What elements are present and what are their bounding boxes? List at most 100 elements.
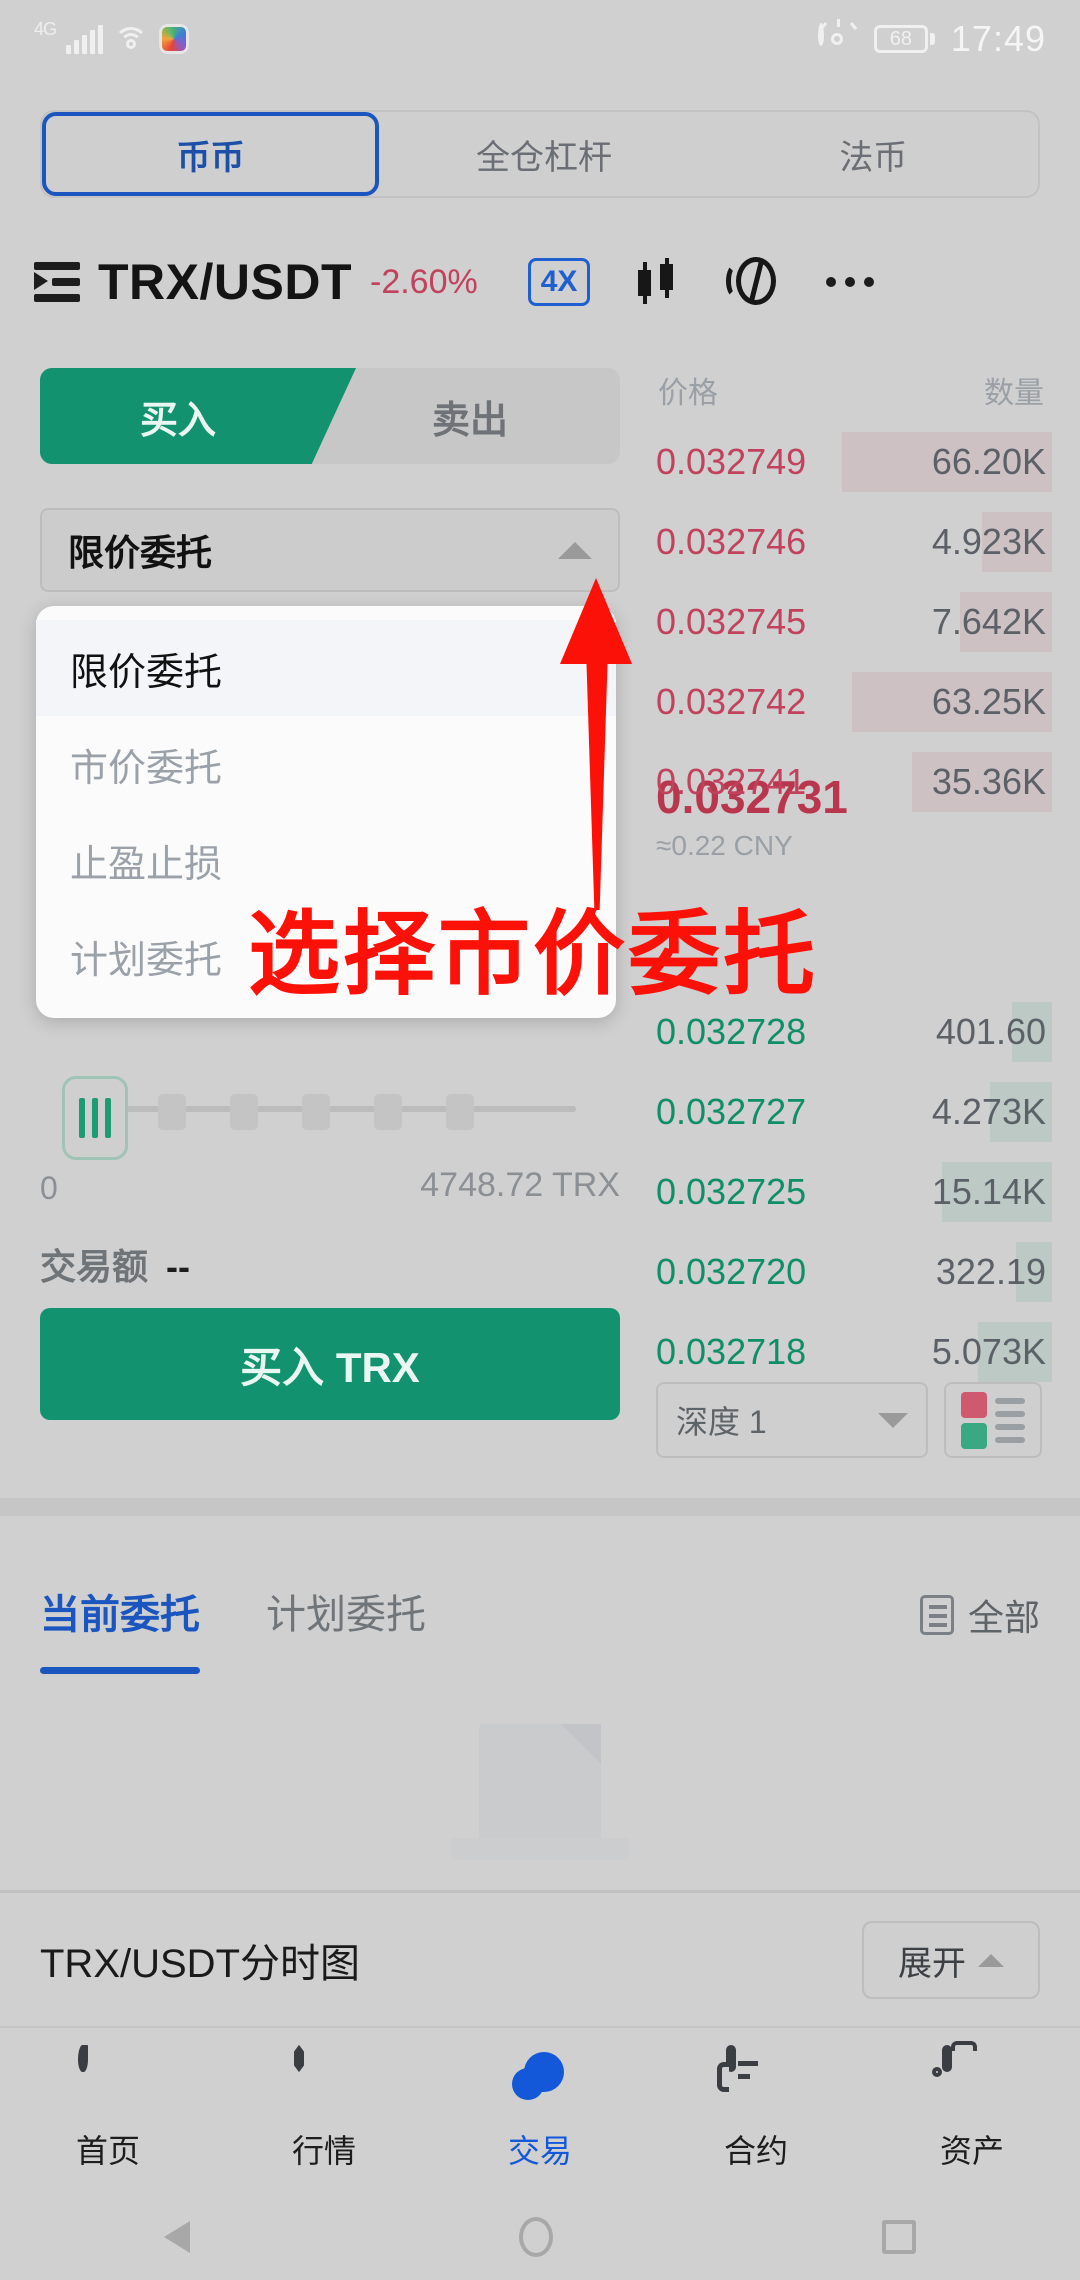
- slider-node-75[interactable]: [302, 1094, 330, 1130]
- bid-amount: 322.19: [935, 1251, 1046, 1292]
- ask-price: 0.032745: [656, 601, 807, 642]
- recents-icon[interactable]: [881, 2220, 916, 2254]
- nav-item-assets[interactable]: 资产: [864, 2028, 1080, 2194]
- tab-current-orders[interactable]: 当前委托: [40, 1582, 200, 1674]
- nav-label: 合约: [723, 2133, 788, 2169]
- chart-bar: TRX/USDT分时图 展开: [0, 1900, 1080, 2020]
- ask-row[interactable]: 0.032749 66.20K: [656, 422, 1052, 502]
- ask-row[interactable]: 0.032745 7.642K: [656, 582, 1052, 662]
- order-type-selector[interactable]: 限价委托: [40, 508, 620, 592]
- back-icon[interactable]: [164, 2221, 191, 2253]
- market-type-tabs: 币币 全仓杠杆 法币: [40, 110, 1040, 198]
- chevron-down-icon: [878, 1412, 908, 1428]
- ask-row[interactable]: 0.032742 63.25K: [656, 662, 1052, 742]
- order-book: 价格 数量 0.032749 66.20K 0.032746 4.923K 0.…: [656, 368, 1052, 822]
- nav-item-home[interactable]: 首页: [0, 2028, 216, 2194]
- eye-comfort-icon: [817, 19, 858, 52]
- trade-amount-label: 交易额: [40, 1246, 149, 1287]
- amount-slider[interactable]: 0 4748.72 TRX: [40, 1058, 620, 1206]
- mid-price-cny: ≈0.22 CNY: [656, 830, 793, 861]
- order-book-bids: 0.032728 401.60 0.032727 4.273K 0.032725…: [656, 992, 1052, 1392]
- flame-icon: [78, 2045, 138, 2112]
- bid-amount: 4.273K: [931, 1091, 1046, 1132]
- slider-max-label: 4748.72 TRX: [420, 1166, 620, 1204]
- trade-amount-value: --: [166, 1246, 190, 1287]
- slider-node-max[interactable]: [446, 1094, 474, 1130]
- ask-price: 0.032749: [656, 441, 807, 482]
- chevron-up-icon: [558, 541, 592, 559]
- slider-node-50[interactable]: [230, 1094, 258, 1130]
- bid-price: 0.032727: [656, 1091, 807, 1132]
- orders-empty-state: [0, 1700, 1080, 1870]
- order-book-col-amount: 数量: [984, 377, 1044, 410]
- app-screen: 4G 68 17:49 币币 全仓杠杆 法币 TRX/USDT -2.60% 4…: [0, 0, 1080, 2280]
- bottom-navigation: 首页 行情 交易 合约 资产: [0, 2026, 1080, 2194]
- ask-row[interactable]: 0.032746 4.923K: [656, 502, 1052, 582]
- bid-row[interactable]: 0.032725 15.14K: [656, 1152, 1052, 1232]
- bid-price: 0.032718: [656, 1331, 807, 1372]
- status-bar-right: 68 17:49: [817, 18, 1046, 60]
- ask-amount: 63.25K: [931, 681, 1046, 722]
- ask-amount: 4.923K: [931, 521, 1046, 562]
- bid-price: 0.032720: [656, 1251, 807, 1292]
- price-change-badge: -2.60%: [370, 262, 478, 301]
- home-icon[interactable]: [518, 2217, 553, 2257]
- chart-divider: [0, 1890, 1080, 1893]
- tab-cross-margin[interactable]: 全仓杠杆: [379, 112, 708, 196]
- more-dots-icon[interactable]: [826, 277, 875, 287]
- slider-node-25[interactable]: [158, 1094, 186, 1130]
- nav-label: 首页: [75, 2133, 140, 2169]
- order-type-selected-label: 限价委托: [68, 532, 213, 573]
- slider-handle[interactable]: [62, 1076, 128, 1160]
- buy-tab[interactable]: 买入: [40, 368, 356, 464]
- trade-panel: 买入 卖出 限价委托 限价委托 市价委托 止盈止损 计划委托 0 4748.72…: [36, 368, 620, 1420]
- trade-icon: [510, 2050, 570, 2112]
- tab-spot[interactable]: 币币: [42, 112, 380, 196]
- order-book-layout-icon[interactable]: [944, 1382, 1042, 1458]
- ask-price: 0.032742: [656, 681, 807, 722]
- filter-list-icon: [919, 1595, 954, 1635]
- android-navigation-bar: [0, 2194, 1080, 2280]
- expand-chart-button[interactable]: 展开: [862, 1921, 1040, 1999]
- empty-document-icon: [445, 1710, 635, 1860]
- up-arrow-annotation: [560, 578, 632, 910]
- bid-price: 0.032728: [656, 1011, 807, 1052]
- bid-row[interactable]: 0.032718 5.073K: [656, 1312, 1052, 1392]
- order-type-option-limit[interactable]: 限价委托: [36, 620, 616, 716]
- bid-row[interactable]: 0.032720 322.19: [656, 1232, 1052, 1312]
- depth-chart-icon[interactable]: [726, 257, 782, 307]
- nav-label: 交易: [507, 2133, 572, 2169]
- page-title[interactable]: TRX/USDT: [98, 253, 352, 311]
- bid-amount: 5.073K: [931, 1331, 1046, 1372]
- leverage-badge[interactable]: 4X: [527, 258, 591, 306]
- slider-node-100[interactable]: [374, 1094, 402, 1130]
- ask-amount: 35.36K: [931, 761, 1046, 802]
- nav-item-contract[interactable]: 合约: [648, 2028, 864, 2194]
- battery-percent-label: 68: [873, 25, 928, 53]
- order-book-header: 价格 数量: [656, 368, 1046, 422]
- bid-row[interactable]: 0.032727 4.273K: [656, 1072, 1052, 1152]
- chart-title: TRX/USDT分时图: [40, 1942, 360, 1986]
- buy-sell-toggle: 买入 卖出: [40, 368, 620, 464]
- chevron-up-icon: [978, 1953, 1004, 1967]
- nav-label: 行情: [291, 2133, 356, 2169]
- nav-item-trade[interactable]: 交易: [432, 2028, 648, 2194]
- sell-tab[interactable]: 卖出: [320, 368, 620, 464]
- submit-buy-button[interactable]: 买入 TRX: [40, 1308, 620, 1420]
- wallet-icon: [932, 2041, 1002, 2112]
- order-type-option-market[interactable]: 市价委托: [36, 716, 616, 812]
- pair-list-icon[interactable]: [34, 260, 80, 304]
- order-book-col-price: 价格: [658, 377, 718, 410]
- signal-bars-icon: [66, 24, 104, 54]
- bid-amount: 401.60: [935, 1011, 1046, 1052]
- candlestick-icon[interactable]: [630, 258, 682, 306]
- expand-chart-label: 展开: [898, 1944, 966, 1983]
- status-bar: 4G 68 17:49: [0, 0, 1080, 78]
- ask-price: 0.032746: [656, 521, 807, 562]
- tab-fiat[interactable]: 法币: [709, 112, 1038, 196]
- network-type-label: 4G: [34, 18, 57, 39]
- depth-selector[interactable]: 深度 1: [656, 1382, 928, 1458]
- nav-item-markets[interactable]: 行情: [216, 2028, 432, 2194]
- tab-plan-orders[interactable]: 计划委托: [266, 1582, 426, 1648]
- orders-filter-button[interactable]: 全部: [919, 1589, 1040, 1641]
